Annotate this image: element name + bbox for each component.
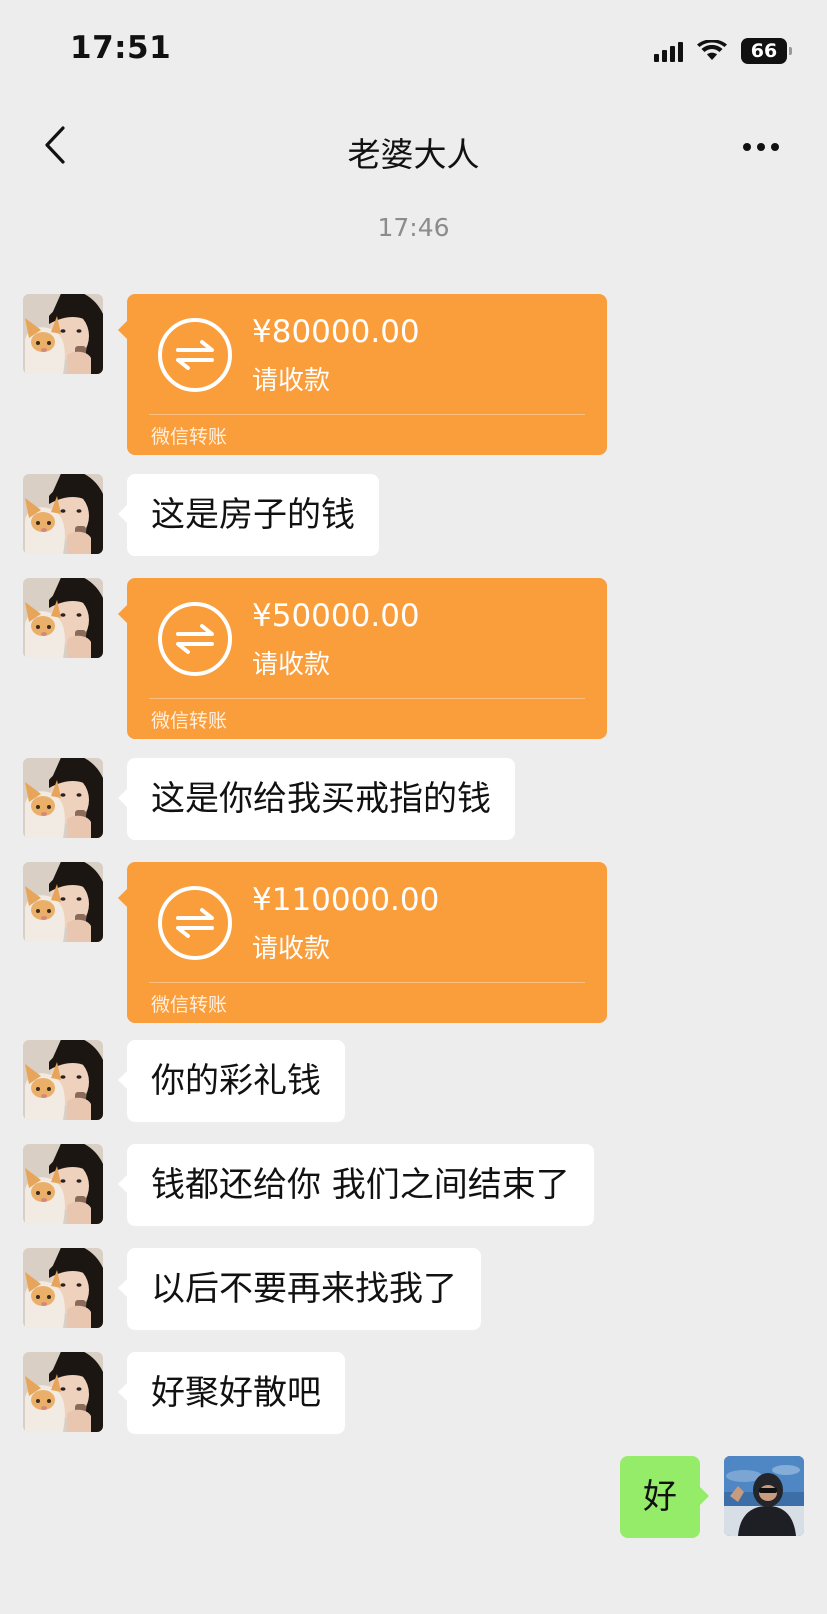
transfer-amount: ¥110000.00 <box>252 882 440 918</box>
message-bubble[interactable]: 以后不要再来找我了 <box>118 1248 481 1330</box>
avatar-self[interactable] <box>724 1456 804 1536</box>
transfer-amount: ¥50000.00 <box>252 598 420 634</box>
avatar[interactable] <box>23 862 103 942</box>
status-icons: 66 <box>654 38 792 64</box>
avatar[interactable] <box>23 1144 103 1224</box>
transfer-label: 微信转账 <box>151 426 228 448</box>
transfer-arrows-icon <box>158 602 232 676</box>
transfer-amount: ¥80000.00 <box>252 314 420 350</box>
avatar[interactable] <box>23 758 103 838</box>
avatar[interactable] <box>23 294 103 374</box>
message-bubble[interactable]: 钱都还给你 我们之间结束了 <box>118 1144 594 1226</box>
battery-level: 66 <box>750 40 778 62</box>
divider <box>149 982 585 983</box>
message-bubble-self[interactable]: 好 <box>620 1456 709 1538</box>
transfer-status: 请收款 <box>252 934 331 964</box>
transfer-label: 微信转账 <box>151 710 228 732</box>
avatar[interactable] <box>23 1248 103 1328</box>
avatar[interactable] <box>23 1352 103 1432</box>
message-bubble[interactable]: 这是房子的钱 <box>118 474 379 556</box>
signal-icon <box>654 40 683 62</box>
transfer-arrows-icon <box>158 886 232 960</box>
transfer-status: 请收款 <box>252 366 331 396</box>
status-bar: 17:51 66 <box>0 0 827 100</box>
message-bubble[interactable]: 这是你给我买戒指的钱 <box>118 758 515 840</box>
divider <box>149 698 585 699</box>
message-bubble[interactable]: 好聚好散吧 <box>118 1352 345 1434</box>
more-button[interactable] <box>733 124 789 170</box>
avatar[interactable] <box>23 1040 103 1120</box>
nav-bar: 老婆大人 <box>0 100 827 200</box>
chat-title: 老婆大人 <box>347 135 480 174</box>
avatar[interactable] <box>23 474 103 554</box>
status-time: 17:51 <box>70 30 172 66</box>
transfer-card[interactable]: ¥50000.00 请收款 微信转账 <box>118 578 607 739</box>
message-bubble[interactable]: 你的彩礼钱 <box>118 1040 345 1122</box>
battery-icon: 66 <box>741 38 792 64</box>
transfer-arrows-icon <box>158 318 232 392</box>
divider <box>149 414 585 415</box>
transfer-card[interactable]: ¥110000.00 请收款 微信转账 <box>118 862 607 1023</box>
more-dots-icon <box>743 143 751 151</box>
transfer-label: 微信转账 <box>151 994 228 1016</box>
wifi-icon <box>697 40 727 60</box>
transfer-status: 请收款 <box>252 650 331 680</box>
transfer-card[interactable]: ¥80000.00 请收款 微信转账 <box>118 294 607 455</box>
avatar[interactable] <box>23 578 103 658</box>
chat-timestamp: 17:46 <box>377 213 450 242</box>
